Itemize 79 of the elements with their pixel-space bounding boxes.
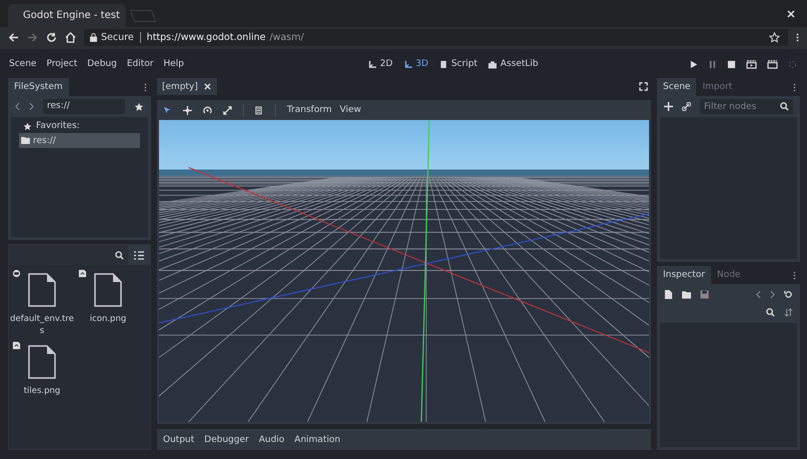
new-file-icon[interactable] [664,290,673,300]
sort-icon[interactable] [784,308,793,318]
briefcase-icon [488,60,498,69]
favorites-label: Favorites: [36,121,80,132]
history-icon[interactable] [784,290,793,300]
file-item[interactable]: default_env.tres [11,269,73,338]
bottom-panel-tab[interactable]: Output [163,434,194,444]
clapper-icon[interactable] [746,60,757,69]
close-icon[interactable] [204,83,211,90]
document-icon [94,273,122,308]
search-icon[interactable] [766,308,775,318]
tab-title: Godot Engine - test [23,10,120,22]
list-icon[interactable] [134,250,144,260]
more-icon[interactable] [793,82,796,93]
tree-item[interactable]: res:// [19,133,140,148]
file-item[interactable]: tiles.png [11,341,73,398]
toolbar-menu[interactable]: View [340,105,362,116]
axes-icon [368,60,377,69]
image-file-icon [78,269,87,278]
fullscreen-icon[interactable] [639,82,648,92]
forward-icon[interactable] [27,32,38,44]
pause-icon[interactable] [708,60,717,69]
star-icon[interactable] [134,102,144,112]
reload-icon[interactable] [46,32,57,44]
workspace-tab[interactable]: AssetLib [488,59,538,70]
bottom-panel-tab[interactable]: Animation [294,434,340,444]
workspace-tab[interactable]: Script [439,59,478,70]
more-icon[interactable] [793,270,796,281]
menu-item[interactable]: Help [164,59,184,70]
search-icon [115,250,124,260]
browser-tab[interactable]: Godot Engine - test [8,4,126,28]
move-icon[interactable] [183,106,192,115]
filter-field[interactable]: Filter nodes [700,99,776,114]
document-icon [28,345,56,380]
back-icon[interactable] [15,102,20,112]
forward-icon[interactable] [29,102,34,112]
close-icon[interactable] [787,10,795,18]
image-file-icon [12,341,21,350]
scale-icon[interactable] [223,106,232,115]
toolbar-menu[interactable]: Transform [287,105,332,116]
menu-item[interactable]: Editor [126,59,154,70]
file-item[interactable]: icon.png [77,269,139,338]
dock-tab[interactable]: FileSystem [8,78,69,96]
stop-icon[interactable] [727,60,736,69]
bottom-panel-tab[interactable]: Audio [258,434,284,444]
workspace-tab[interactable]: 3D [404,59,428,70]
search-field[interactable] [9,245,128,266]
workspace-tab[interactable]: 2D [368,59,393,70]
axes-icon [404,60,413,69]
more-icon[interactable] [796,32,799,44]
editor-tab[interactable]: [empty] [157,78,217,96]
home-icon[interactable] [65,32,76,44]
document-icon [28,273,56,308]
play-icon[interactable] [689,60,698,69]
bottom-panel-tab[interactable]: Debugger [204,434,249,444]
rotate-icon[interactable] [203,106,212,115]
menu-item[interactable]: Project [46,59,78,70]
menu-item[interactable]: Debug [87,59,117,70]
spinner-icon [788,60,797,69]
star-icon [23,122,32,131]
back-icon[interactable] [756,290,761,300]
lock-icon [90,33,97,42]
folder-icon [21,137,30,144]
dock-tab[interactable]: Inspector [657,266,711,284]
search-icon[interactable] [776,99,793,114]
address-field[interactable]: Secure https://www.godot.online /wasm/ [84,29,788,46]
folder-icon[interactable] [682,290,691,299]
more-icon[interactable] [144,82,147,93]
path-field[interactable]: res:// [43,99,125,114]
list-icon[interactable] [255,106,264,115]
star-icon[interactable] [769,32,780,44]
dock-tab[interactable]: Scene [657,78,696,96]
clapper-icon[interactable] [767,60,778,69]
plus-icon[interactable] [664,102,673,112]
save-icon[interactable] [700,290,709,300]
cursor-icon[interactable] [163,106,172,115]
link-icon[interactable] [682,102,691,112]
menu-item[interactable]: Scene [9,59,36,70]
forward-icon[interactable] [770,290,775,300]
